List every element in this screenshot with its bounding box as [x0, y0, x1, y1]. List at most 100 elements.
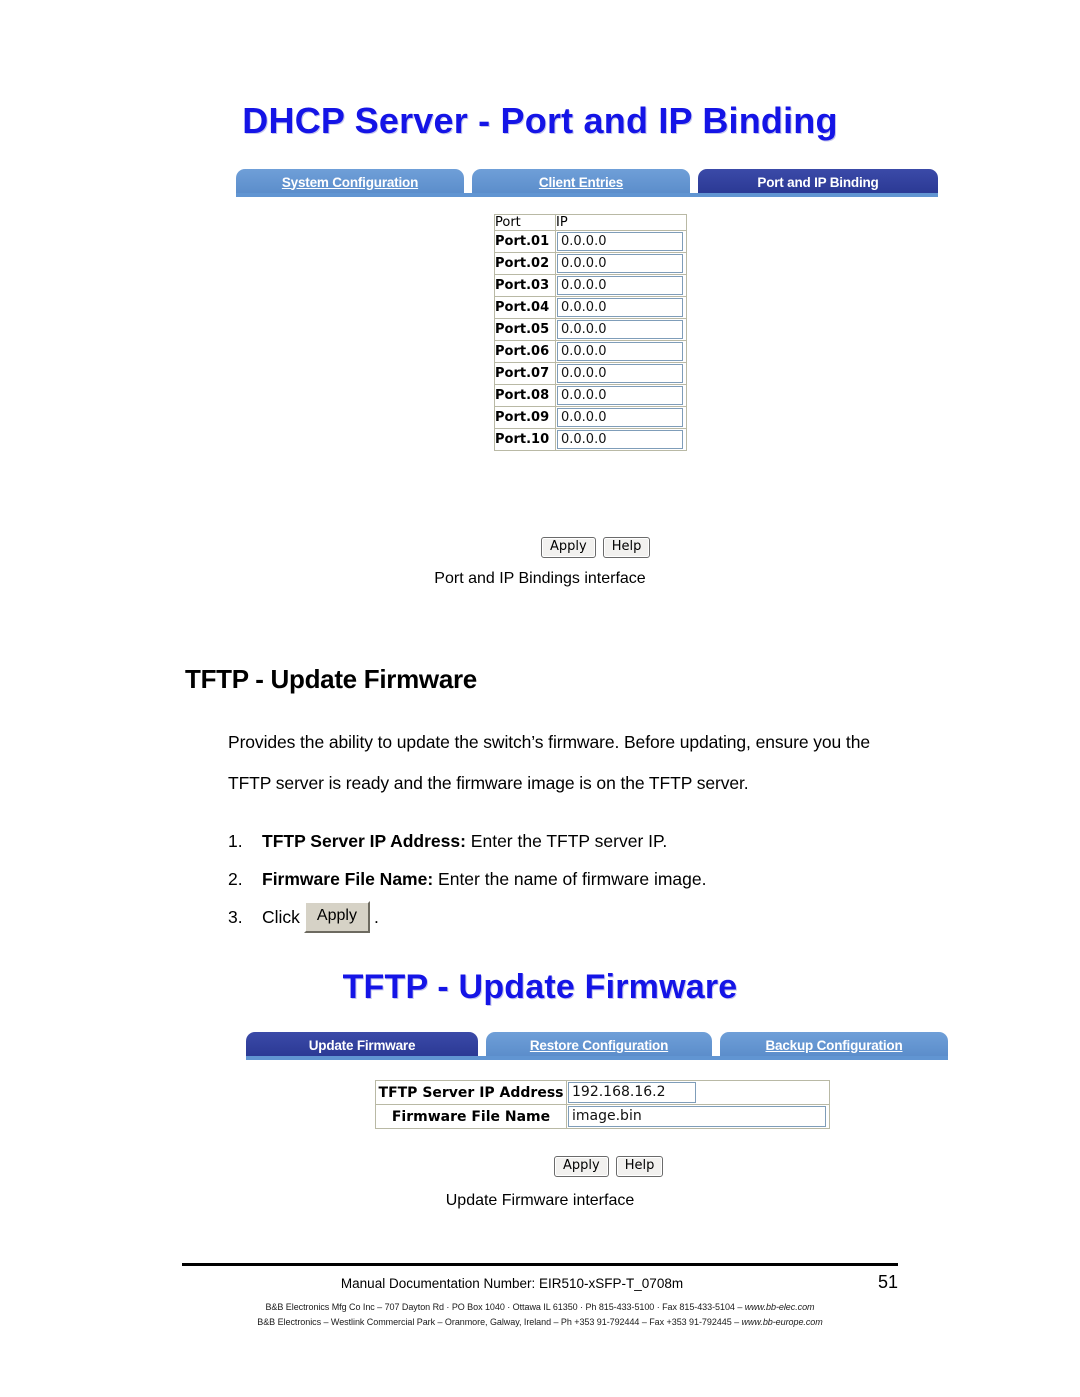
instruction-step: 1. TFTP Server IP Address: Enter the TFTP…	[228, 822, 928, 860]
field-label: Firmware File Name	[375, 1104, 567, 1129]
footer-doc-number: Manual Documentation Number: EIR510-xSFP…	[340, 1276, 684, 1291]
ip-cell: 0.0.0.0	[555, 406, 687, 429]
ip-cell: 0.0.0.0	[555, 318, 687, 341]
ip-input[interactable]: 0.0.0.0	[557, 254, 683, 273]
tab-restore-configuration-label: Restore Configuration	[529, 1037, 669, 1053]
tab-client-entries[interactable]: Client Entries	[472, 169, 690, 195]
ip-cell: 0.0.0.0	[555, 384, 687, 407]
tab-backup-configuration-label: Backup Configuration	[765, 1037, 903, 1053]
instruction-step: 3. Click Apply.	[228, 898, 928, 936]
inline-apply-button[interactable]: Apply	[303, 901, 370, 933]
ip-input[interactable]: 0.0.0.0	[557, 232, 683, 251]
port-label: Port.08	[494, 384, 556, 407]
ip-input[interactable]: 0.0.0.0	[557, 320, 683, 339]
port-ip-binding-table: Port IP Port.01 0.0.0.0 Port.02 0.0.0.0 Port.0…	[494, 214, 687, 451]
tab-backup-configuration[interactable]: Backup Configuration	[720, 1032, 948, 1058]
table-row: Port.03 0.0.0.0	[494, 274, 687, 297]
step-tail: .	[373, 907, 379, 927]
tftp-help-button[interactable]: Help	[615, 1156, 664, 1177]
tab-port-and-ip-binding-label: Port and IP Binding	[757, 174, 879, 190]
ip-cell: 0.0.0.0	[555, 340, 687, 363]
ip-input[interactable]: 0.0.0.0	[557, 276, 683, 295]
tftp-screenshot-title: TFTP - Update Firmware	[342, 968, 738, 1006]
tab-gap	[478, 1032, 486, 1058]
ip-cell: 0.0.0.0	[555, 230, 687, 253]
form-row: TFTP Server IP Address 192.168.16.2	[375, 1080, 830, 1105]
step-term: TFTP Server IP Address:	[262, 831, 466, 851]
dhcp-tab-bar: System Configuration Client Entries Port…	[236, 169, 938, 195]
step-text: TFTP Server IP Address: Enter the TFTP s…	[262, 831, 668, 851]
step-text: Click	[262, 907, 300, 927]
tab-client-entries-label: Client Entries	[538, 174, 624, 190]
table-row: Port.01 0.0.0.0	[494, 230, 687, 253]
form-row: Firmware File Name image.bin	[375, 1104, 830, 1129]
tab-update-firmware[interactable]: Update Firmware	[246, 1032, 478, 1058]
dhcp-apply-button[interactable]: Apply	[541, 537, 596, 558]
ip-cell: 0.0.0.0	[555, 252, 687, 275]
table-row: Port.08 0.0.0.0	[494, 384, 687, 407]
ip-cell: 0.0.0.0	[555, 362, 687, 385]
tab-restore-configuration[interactable]: Restore Configuration	[486, 1032, 712, 1058]
table-row: Port.09 0.0.0.0	[494, 406, 687, 429]
column-header-ip: IP	[555, 214, 687, 231]
tab-gap	[712, 1032, 720, 1058]
table-header-row: Port IP	[494, 214, 687, 231]
ip-input[interactable]: 0.0.0.0	[557, 364, 683, 383]
section-heading: TFTP - Update Firmware	[185, 663, 477, 694]
ip-cell: 0.0.0.0	[555, 296, 687, 319]
table-row: Port.07 0.0.0.0	[494, 362, 687, 385]
field-label: TFTP Server IP Address	[375, 1080, 567, 1105]
step-number: 3.	[228, 907, 243, 927]
section-paragraph: Provides the ability to update the switc…	[228, 732, 870, 793]
port-label: Port.02	[494, 252, 556, 275]
footer-website-link[interactable]: www.bb-elec.com	[745, 1302, 815, 1312]
instruction-steps: 1. TFTP Server IP Address: Enter the TFTP…	[228, 822, 928, 936]
ip-input[interactable]: 0.0.0.0	[557, 298, 683, 317]
tab-port-and-ip-binding[interactable]: Port and IP Binding	[698, 169, 938, 195]
table-row: Port.04 0.0.0.0	[494, 296, 687, 319]
tftp-figure-caption: Update Firmware interface	[445, 1192, 635, 1209]
footer-website-link[interactable]: www.bb-europe.com	[742, 1317, 823, 1327]
tftp-button-row: Apply Help	[554, 1156, 664, 1177]
ip-input[interactable]: 0.0.0.0	[557, 430, 683, 449]
port-label: Port.01	[494, 230, 556, 253]
footer-address-text: B&B Electronics – Westlink Commercial Pa…	[257, 1317, 742, 1327]
step-term: Firmware File Name:	[262, 869, 434, 889]
dhcp-button-row: Apply Help	[541, 537, 651, 558]
dhcp-help-button[interactable]: Help	[602, 537, 651, 558]
step-text: Firmware File Name: Enter the name of fi…	[262, 869, 707, 889]
step-number: 2.	[228, 869, 243, 889]
table-row: Port.02 0.0.0.0	[494, 252, 687, 275]
instruction-step: 2. Firmware File Name: Enter the name of …	[228, 860, 928, 898]
tab-update-firmware-label: Update Firmware	[308, 1037, 416, 1053]
ip-input[interactable]: 0.0.0.0	[557, 342, 683, 361]
port-label: Port.04	[494, 296, 556, 319]
table-row: Port.06 0.0.0.0	[494, 340, 687, 363]
ip-input[interactable]: 0.0.0.0	[557, 408, 683, 427]
tab-gap	[690, 169, 698, 195]
port-label: Port.05	[494, 318, 556, 341]
table-row: Port.05 0.0.0.0	[494, 318, 687, 341]
page-number: 51	[877, 1272, 898, 1292]
port-label: Port.09	[494, 406, 556, 429]
footer-address-line-1: B&B Electronics Mfg Co Inc – 707 Dayton …	[0, 1302, 1080, 1312]
tftp-server-ip-input[interactable]: 192.168.16.2	[568, 1082, 696, 1103]
tab-system-configuration[interactable]: System Configuration	[236, 169, 464, 195]
port-label: Port.07	[494, 362, 556, 385]
firmware-file-name-input[interactable]: image.bin	[568, 1106, 826, 1127]
tftp-apply-button[interactable]: Apply	[554, 1156, 609, 1177]
ip-cell: 0.0.0.0	[555, 428, 687, 451]
dhcp-figure-caption: Port and IP Bindings interface	[434, 570, 646, 587]
dhcp-screenshot-title: DHCP Server - Port and IP Binding	[242, 100, 838, 141]
ip-input[interactable]: 0.0.0.0	[557, 386, 683, 405]
footer-divider	[182, 1263, 898, 1266]
field-cell: 192.168.16.2	[566, 1080, 830, 1105]
port-label: Port.10	[494, 428, 556, 451]
footer-address-line-2: B&B Electronics – Westlink Commercial Pa…	[0, 1317, 1080, 1327]
update-firmware-form-table: TFTP Server IP Address 192.168.16.2 Firmwa…	[375, 1080, 830, 1129]
table-row: Port.10 0.0.0.0	[494, 428, 687, 451]
ip-cell: 0.0.0.0	[555, 274, 687, 297]
port-label: Port.06	[494, 340, 556, 363]
dhcp-tab-underline	[236, 193, 938, 197]
tftp-tab-underline	[246, 1056, 948, 1060]
